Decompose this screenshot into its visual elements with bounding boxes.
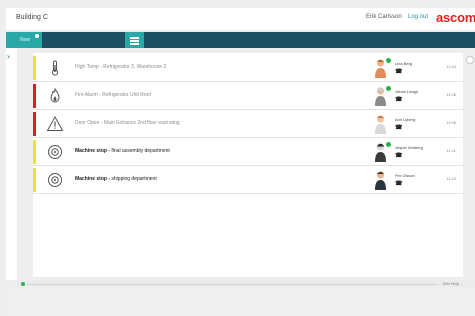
page-title: Building C: [16, 14, 48, 21]
phone-icon[interactable]: ☎: [395, 180, 402, 187]
navigation-bar: Now: [17, 32, 475, 48]
assignee-name: Lina Berg: [395, 61, 413, 66]
alarm-time: 11:13: [446, 176, 456, 181]
alarm-row[interactable]: Door Open - Main Entrance 2nd floor east…: [33, 111, 463, 138]
assignee-name: Ann Lyberg: [395, 117, 416, 122]
alarm-time: 11:11: [446, 148, 456, 153]
avatar: [375, 143, 386, 162]
priority-bar: [33, 56, 36, 80]
alarm-text: High Temp - Refrigerator 3, Warehouse 2: [75, 64, 167, 70]
alarm-text: Machine stop - final assembly department: [75, 148, 170, 154]
presence-indicator: [386, 58, 391, 63]
alarm-row[interactable]: High Temp - Refrigerator 3, Warehouse 2 …: [33, 55, 463, 82]
alarm-text: Fire Alarm - Refrigerator Unit Roof: [75, 92, 151, 98]
sidebar-toggle[interactable]: [6, 32, 17, 48]
avatar: [375, 87, 386, 106]
alarm-row[interactable]: Machine stop - final assembly department…: [33, 139, 463, 166]
scroll-indicator[interactable]: [466, 56, 474, 64]
presence-indicator: [386, 142, 391, 147]
phone-icon[interactable]: ☎: [395, 96, 402, 103]
priority-bar: [33, 140, 36, 164]
app-window: Building C Erik Carlsson Log out ascom N…: [0, 0, 475, 316]
avatar: [375, 115, 386, 134]
priority-bar: [33, 168, 36, 192]
alarm-text: Door Open - Main Entrance 2nd floor east…: [75, 120, 180, 126]
warning-icon: [46, 115, 64, 131]
alarm-time: 11:06: [446, 120, 456, 125]
assignee-name: Jesper Ahnberg: [395, 145, 424, 150]
chevron-right-icon[interactable]: ›: [7, 52, 10, 61]
notification-dot: [35, 34, 39, 38]
alarm-row[interactable]: Machine stop - shipping department Per O…: [33, 167, 463, 194]
avatar: [375, 59, 386, 78]
assignee-name: Per Olsson: [395, 173, 415, 178]
fire-icon: [50, 87, 60, 103]
phone-icon[interactable]: ☎: [395, 152, 402, 159]
alarm-row[interactable]: Fire Alarm - Refrigerator Unit Roof Joha…: [33, 83, 463, 110]
logout-link[interactable]: Log out: [408, 14, 428, 20]
thermometer-icon: [51, 60, 59, 76]
alarm-text: Machine stop - shipping department: [75, 176, 157, 182]
assignee-name: Johan Lange: [395, 89, 419, 94]
nav-now-label: Now: [20, 37, 31, 43]
alarm-text-bold: Machine stop -: [75, 176, 111, 182]
alarm-list: High Temp - Refrigerator 3, Warehouse 2 …: [33, 53, 463, 277]
menu-icon: [130, 37, 139, 39]
footer: [6, 287, 475, 316]
alarm-text-bold: Machine stop -: [75, 148, 111, 154]
alarm-time: 11:06: [446, 92, 456, 97]
status-text[interactable]: Info Help: [443, 281, 459, 286]
alarm-text-rest: shipping department: [110, 176, 157, 182]
phone-icon[interactable]: ☎: [395, 124, 402, 131]
user-name: Erik Carlsson: [366, 14, 402, 20]
connection-status-icon: [21, 282, 25, 286]
alarm-time: 11:04: [446, 64, 456, 69]
avatar: [375, 171, 386, 190]
alarm-text-rest: final assembly department: [110, 148, 170, 154]
priority-bar: [33, 84, 36, 108]
left-sidebar: ›: [6, 48, 17, 280]
menu-icon-line: [130, 40, 139, 42]
phone-icon[interactable]: ☎: [395, 68, 402, 75]
presence-indicator: [386, 86, 391, 91]
priority-bar: [33, 112, 36, 136]
gear-icon: [48, 173, 62, 187]
menu-icon-line: [130, 43, 139, 45]
header-bar: Building C Erik Carlsson Log out ascom: [6, 8, 475, 30]
status-bar: Info Help: [17, 280, 475, 287]
brand-logo: ascom: [436, 10, 475, 25]
nav-now-tab[interactable]: Now: [17, 32, 42, 48]
menu-button[interactable]: [125, 32, 144, 48]
divider: [27, 284, 437, 285]
gear-icon: [48, 145, 62, 159]
